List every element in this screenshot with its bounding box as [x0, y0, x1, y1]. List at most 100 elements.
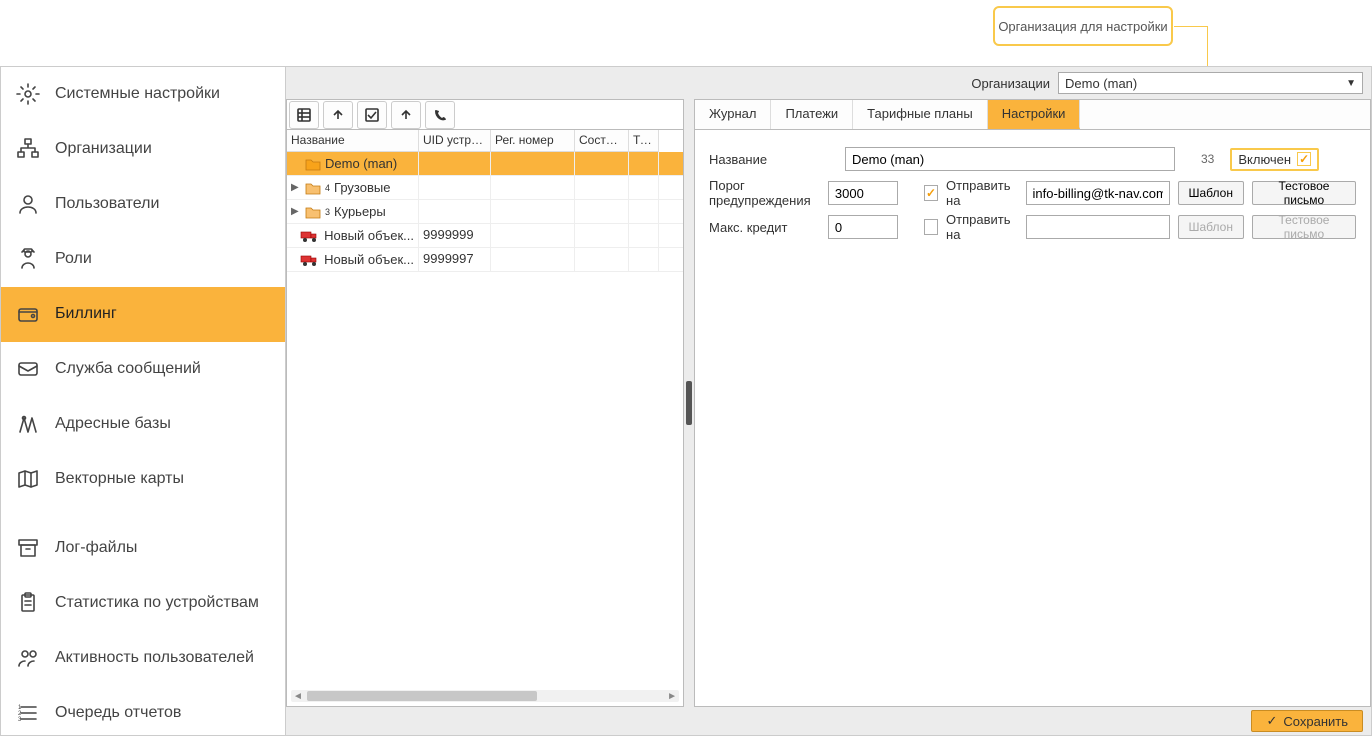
app-window: Системные настройкиОрганизации Пользовате…	[0, 66, 1372, 736]
enabled-toggle[interactable]: Включен	[1230, 148, 1319, 171]
warn-send-checkbox[interactable]	[924, 185, 938, 201]
sidebar-item-dev-stats[interactable]: Статистика по устройствам	[1, 576, 285, 631]
credit-input[interactable]	[828, 215, 898, 239]
tab-journal[interactable]: Журнал	[695, 100, 771, 129]
sidebar-item-report-queue[interactable]: 123Очередь отчетов	[1, 686, 285, 735]
cell-tariff	[629, 248, 659, 271]
tree-header: Название UID устройства Рег. номер Состо…	[287, 130, 683, 152]
label-send-warn: Отправить на	[946, 178, 1017, 208]
sidebar-item-label: Биллинг	[55, 305, 117, 323]
th-tariff[interactable]: Тариф	[629, 130, 659, 152]
folder-open-icon	[305, 157, 321, 171]
cell-uid: 9999999	[419, 224, 491, 247]
folder-icon	[305, 205, 321, 219]
hscroll-area: ◄ ►	[287, 686, 683, 706]
tree-row[interactable]: Новый объек... 9999997	[287, 248, 683, 272]
check-button[interactable]	[357, 101, 387, 129]
save-button[interactable]: ✓ Сохранить	[1251, 710, 1363, 732]
warn-test-button[interactable]: Тестовое письмо	[1252, 181, 1356, 205]
enabled-checkbox[interactable]	[1297, 152, 1311, 166]
queue-icon: 123	[15, 700, 41, 726]
expander-icon[interactable]: ▶	[291, 182, 301, 193]
activity-icon	[15, 645, 41, 671]
tree-row[interactable]: Новый объек...9999999	[287, 224, 683, 248]
splitter-handle[interactable]	[686, 381, 692, 425]
count-badge: 33	[1201, 152, 1214, 166]
up-button-2[interactable]	[391, 101, 421, 129]
cell-reg	[491, 248, 575, 271]
sidebar-item-users[interactable]: Пользователи	[1, 177, 285, 232]
sidebar-item-label: Пользователи	[55, 195, 159, 213]
sidebar-item-roles[interactable]: Роли	[1, 232, 285, 287]
sidebar-item-logs[interactable]: Лог-файлы	[1, 521, 285, 576]
credit-email-input[interactable]	[1026, 215, 1170, 239]
th-uid[interactable]: UID устройства	[419, 130, 491, 152]
warn-email-input[interactable]	[1026, 181, 1170, 205]
tree-row[interactable]: ▶4Грузовые	[287, 176, 683, 200]
cell-tariff	[629, 176, 659, 199]
cell-uid: 9999997	[419, 248, 491, 271]
sidebar: Системные настройкиОрганизации Пользовате…	[1, 67, 286, 735]
warn-template-button[interactable]: Шаблон	[1178, 181, 1244, 205]
sidebar-item-label: Векторные карты	[55, 470, 184, 488]
save-label: Сохранить	[1283, 714, 1348, 729]
form-area: Название 33 Включен Порог предупреждения…	[695, 130, 1370, 706]
warn-input[interactable]	[828, 181, 898, 205]
th-reg[interactable]: Рег. номер	[491, 130, 575, 152]
user-icon	[15, 191, 41, 217]
splitter[interactable]	[684, 99, 694, 707]
sidebar-item-messaging[interactable]: Служба сообщений	[1, 342, 285, 397]
tree-body[interactable]: Demo (man)▶4Грузовые▶3КурьерыНовый объек…	[287, 152, 683, 686]
expander-icon[interactable]: ▶	[291, 206, 301, 217]
cell-tariff	[629, 152, 659, 175]
org-bar: Организации Demo (man) ▼	[286, 67, 1371, 99]
up-button-1[interactable]	[323, 101, 353, 129]
cell-uid	[419, 176, 491, 199]
sidebar-item-billing[interactable]: Биллинг	[1, 287, 285, 342]
tree-name: Новый объек...	[324, 252, 414, 267]
sidebar-item-label: Роли	[55, 250, 92, 268]
tree-row[interactable]: Demo (man)	[287, 152, 683, 176]
cell-reg	[491, 224, 575, 247]
label-send-credit: Отправить на	[946, 212, 1017, 242]
cell-state	[575, 176, 629, 199]
chevron-down-icon: ▼	[1346, 78, 1356, 89]
th-state[interactable]: Состояние	[575, 130, 629, 152]
addr-icon	[15, 411, 41, 437]
credit-test-button: Тестовое письмо	[1252, 215, 1356, 239]
label-name: Название	[709, 152, 837, 167]
tab-plans[interactable]: Тарифные планы	[853, 100, 988, 129]
cell-uid	[419, 152, 491, 175]
sidebar-item-organizations[interactable]: Организации	[1, 122, 285, 177]
scroll-right-icon[interactable]: ►	[667, 691, 677, 702]
scroll-left-icon[interactable]: ◄	[293, 691, 303, 702]
sidebar-item-address[interactable]: Адресные базы	[1, 397, 285, 452]
hscroll-track[interactable]: ◄ ►	[291, 690, 679, 702]
label-credit: Макс. кредит	[709, 220, 820, 235]
wallet-icon	[15, 301, 41, 327]
left-pane: Название UID устройства Рег. номер Состо…	[286, 99, 684, 707]
tree-toolbar	[287, 100, 683, 130]
footer-bar: ✓ Сохранить	[286, 707, 1371, 735]
sidebar-item-user-activity[interactable]: Активность пользователей	[1, 631, 285, 686]
gear-icon	[15, 81, 41, 107]
list-mode-button[interactable]	[289, 101, 319, 129]
sidebar-item-label: Статистика по устройствам	[55, 594, 259, 612]
tab-payments[interactable]: Платежи	[771, 100, 853, 129]
cell-state	[575, 152, 629, 175]
credit-send-checkbox[interactable]	[924, 219, 938, 235]
sidebar-item-system-settings[interactable]: Системные настройки	[1, 67, 285, 122]
tab-settings[interactable]: Настройки	[988, 100, 1081, 129]
role-icon	[15, 246, 41, 272]
tree-row[interactable]: ▶3Курьеры	[287, 200, 683, 224]
org-select[interactable]: Demo (man) ▼	[1058, 72, 1363, 94]
name-input[interactable]	[845, 147, 1175, 171]
sidebar-item-label: Служба сообщений	[55, 360, 201, 378]
cell-reg	[491, 152, 575, 175]
sidebar-item-vector[interactable]: Векторные карты	[1, 452, 285, 507]
content-area: Организации Demo (man) ▼	[286, 67, 1371, 735]
th-name[interactable]: Название	[287, 130, 419, 152]
cell-tariff	[629, 200, 659, 223]
call-button[interactable]	[425, 101, 455, 129]
hscroll-thumb[interactable]	[307, 691, 537, 701]
